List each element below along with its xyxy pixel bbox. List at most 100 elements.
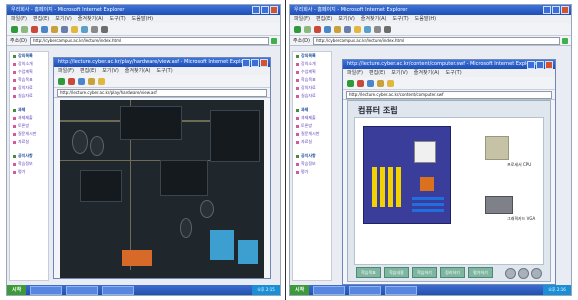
- print-icon[interactable]: [384, 25, 391, 33]
- favorites-icon[interactable]: [354, 25, 361, 33]
- menu-favorites[interactable]: 즐겨찾기(A): [125, 67, 151, 75]
- inner-address-input[interactable]: http://lecture.cyber.ac.kr/content/compu…: [346, 90, 552, 99]
- sidebar-item[interactable]: 실습자료: [293, 92, 331, 100]
- minimize-icon[interactable]: [543, 6, 551, 14]
- menu-edit[interactable]: 편집(E): [33, 15, 49, 23]
- search-icon[interactable]: [344, 25, 351, 33]
- next-page-icon[interactable]: [518, 268, 529, 279]
- close-icon[interactable]: [270, 6, 278, 14]
- sidebar-item[interactable]: 토론방: [10, 122, 48, 130]
- close-icon[interactable]: [260, 59, 268, 67]
- forward-icon[interactable]: [21, 25, 28, 33]
- maximize-icon[interactable]: [536, 61, 544, 69]
- sidebar-item[interactable]: 학습목표: [10, 76, 48, 84]
- taskbar-item[interactable]: [349, 285, 382, 295]
- start-button[interactable]: 시작: [290, 285, 310, 295]
- sidebar-item[interactable]: 학습목표: [293, 76, 331, 84]
- close-icon[interactable]: [561, 6, 569, 14]
- nav-button-quiz[interactable]: 평가하기: [468, 267, 493, 278]
- sidebar-item[interactable]: 과제: [293, 106, 331, 114]
- maximize-icon[interactable]: [552, 6, 560, 14]
- taskbar-item[interactable]: [66, 285, 99, 295]
- search-icon[interactable]: [61, 25, 68, 33]
- minimize-icon[interactable]: [527, 61, 535, 69]
- back-icon[interactable]: [58, 77, 65, 85]
- home-icon[interactable]: [88, 77, 95, 85]
- menu-tools[interactable]: 도구(T): [393, 15, 409, 23]
- address-input[interactable]: http://cybercampus.ac.kr/lecture/index.h…: [312, 36, 560, 45]
- sidebar-item[interactable]: 강의목록: [293, 52, 331, 60]
- favorites-icon[interactable]: [71, 25, 78, 33]
- sidebar-item[interactable]: 학습정보: [10, 160, 48, 168]
- menu-edit[interactable]: 편집(E): [80, 67, 96, 75]
- go-button[interactable]: [562, 37, 568, 44]
- replay-icon[interactable]: [531, 268, 542, 279]
- menu-help[interactable]: 도움말(H): [415, 15, 436, 23]
- menu-file[interactable]: 파일(F): [58, 67, 74, 75]
- taskbar-item[interactable]: [30, 285, 63, 295]
- sidebar-item[interactable]: 실습자료: [10, 92, 48, 100]
- menu-favorites[interactable]: 즐겨찾기(A): [361, 15, 387, 23]
- sidebar-item[interactable]: 공지사항: [10, 152, 48, 160]
- sidebar-item[interactable]: 질문게시판: [10, 130, 48, 138]
- sidebar-item[interactable]: 강의목록: [10, 52, 48, 60]
- prev-page-icon[interactable]: [505, 268, 516, 279]
- go-button[interactable]: [271, 37, 277, 44]
- cpu-image[interactable]: [485, 136, 509, 160]
- history-icon[interactable]: [364, 25, 371, 33]
- maximize-icon[interactable]: [261, 6, 269, 14]
- refresh-icon[interactable]: [367, 79, 374, 87]
- minimize-icon[interactable]: [242, 59, 250, 67]
- close-icon[interactable]: [545, 61, 553, 69]
- nav-button-contents[interactable]: 학습내용: [384, 267, 409, 278]
- sidebar-item[interactable]: 토론방: [293, 122, 331, 130]
- favorites-icon[interactable]: [387, 79, 394, 87]
- minimize-icon[interactable]: [252, 6, 260, 14]
- sidebar-item[interactable]: 수업계획: [293, 68, 331, 76]
- stop-icon[interactable]: [31, 25, 38, 33]
- home-icon[interactable]: [377, 79, 384, 87]
- menu-file[interactable]: 파일(F): [347, 69, 363, 77]
- graphics-card-image[interactable]: [485, 196, 513, 214]
- mail-icon[interactable]: [374, 25, 381, 33]
- stop-icon[interactable]: [68, 77, 75, 85]
- home-icon[interactable]: [51, 25, 58, 33]
- menu-file[interactable]: 파일(F): [11, 15, 27, 23]
- menu-tools[interactable]: 도구(T): [157, 67, 173, 75]
- menu-view[interactable]: 보기(V): [55, 15, 72, 23]
- sidebar-item[interactable]: 강의자료: [293, 84, 331, 92]
- sidebar-item[interactable]: 과제: [10, 106, 48, 114]
- sidebar-item[interactable]: 공지사항: [293, 152, 331, 160]
- sidebar-item[interactable]: 자료실: [293, 138, 331, 146]
- taskbar-item[interactable]: [313, 285, 346, 295]
- menu-favorites[interactable]: 즐겨찾기(A): [414, 69, 440, 77]
- sidebar-item[interactable]: 강의자료: [10, 84, 48, 92]
- menu-tools[interactable]: 도구(T): [110, 15, 126, 23]
- sidebar-item[interactable]: 학습정보: [293, 160, 331, 168]
- forward-icon[interactable]: [304, 25, 311, 33]
- maximize-icon[interactable]: [251, 59, 259, 67]
- back-icon[interactable]: [11, 25, 18, 33]
- menu-file[interactable]: 파일(F): [294, 15, 310, 23]
- address-input[interactable]: http://cybercampus.ac.kr/lecture/index.h…: [29, 36, 269, 45]
- menu-edit[interactable]: 편집(E): [369, 69, 385, 77]
- print-icon[interactable]: [101, 25, 108, 33]
- sidebar-item[interactable]: 과제제출: [293, 114, 331, 122]
- nav-button-objectives[interactable]: 학습목표: [356, 267, 381, 278]
- refresh-icon[interactable]: [78, 77, 85, 85]
- mail-icon[interactable]: [91, 25, 98, 33]
- sidebar-item[interactable]: 평가: [10, 168, 48, 176]
- back-icon[interactable]: [347, 79, 354, 87]
- menu-edit[interactable]: 편집(E): [316, 15, 332, 23]
- sidebar-item[interactable]: 강의소개: [10, 60, 48, 68]
- sidebar-item[interactable]: 수업계획: [10, 68, 48, 76]
- taskbar-item[interactable]: [102, 285, 135, 295]
- favorites-icon[interactable]: [98, 77, 105, 85]
- sidebar-item[interactable]: 강의소개: [293, 60, 331, 68]
- history-icon[interactable]: [81, 25, 88, 33]
- back-icon[interactable]: [294, 25, 301, 33]
- inner-address-input[interactable]: http://lecture.cyber.ac.kr/play/hardware…: [57, 88, 267, 97]
- home-icon[interactable]: [334, 25, 341, 33]
- stop-icon[interactable]: [314, 25, 321, 33]
- menu-tools[interactable]: 도구(T): [446, 69, 462, 77]
